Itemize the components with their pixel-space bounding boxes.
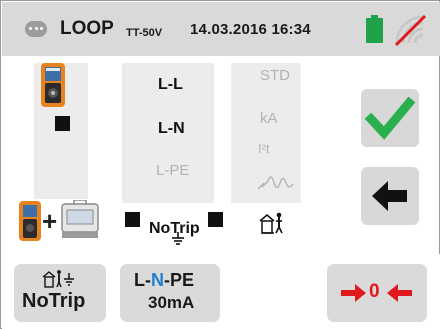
arrow-left-icon	[372, 181, 407, 211]
connection-option-1[interactable]	[55, 116, 70, 131]
earth-building-icon	[42, 270, 74, 288]
status-bar: LOOP TT-50V 14.03.2016 16:34	[2, 2, 440, 56]
date-time: 14.03.2016 16:34	[190, 21, 311, 38]
no-signal-icon	[394, 14, 427, 47]
instrument-screen: LOOP TT-50V 14.03.2016 16:34 + L-L L-N L…	[0, 0, 440, 329]
zero-label: 0	[369, 281, 380, 302]
earth-building-icon	[259, 212, 283, 234]
type-ka[interactable]: kA	[260, 110, 278, 127]
notrip-option-square[interactable]	[208, 212, 223, 227]
type-std[interactable]: STD	[260, 67, 290, 84]
mode-l-n[interactable]: L-N	[158, 120, 185, 138]
arrow-right-icon	[341, 284, 366, 302]
remote-unit-icon	[61, 200, 99, 238]
mode-l-l[interactable]: L-L	[158, 76, 183, 94]
bottom-bar: NoTrip L-N-PE 30mA 0	[2, 254, 440, 329]
type-i2t[interactable]: I²t	[258, 141, 270, 156]
connection-option-2[interactable]	[125, 212, 140, 227]
instrument-device-icon	[19, 201, 41, 241]
ground-icon	[172, 232, 184, 245]
tab-notrip[interactable]: NoTrip	[14, 264, 106, 322]
plus-icon: +	[42, 206, 58, 236]
tab-current-label: 30mA	[148, 293, 195, 312]
tab-line-label: L-N-PE	[134, 270, 195, 290]
tab-zero-cal[interactable]: 0	[327, 264, 427, 322]
function-title: LOOP	[60, 18, 114, 39]
function-subtitle: TT-50V	[126, 27, 163, 39]
check-icon	[364, 96, 416, 140]
tab-notrip-label: NoTrip	[22, 290, 86, 312]
instrument-device-icon[interactable]	[41, 63, 65, 107]
tab-current-type[interactable]: L-N-PE 30mA	[120, 264, 220, 322]
mode-l-pe[interactable]: L-PE	[156, 162, 189, 179]
arrow-left-icon	[387, 284, 412, 302]
trip-curve-icon[interactable]	[256, 171, 296, 193]
confirm-button[interactable]	[361, 89, 419, 147]
battery-full-icon	[366, 15, 383, 43]
back-button[interactable]	[361, 167, 419, 225]
menu-dots-icon[interactable]	[25, 21, 47, 37]
